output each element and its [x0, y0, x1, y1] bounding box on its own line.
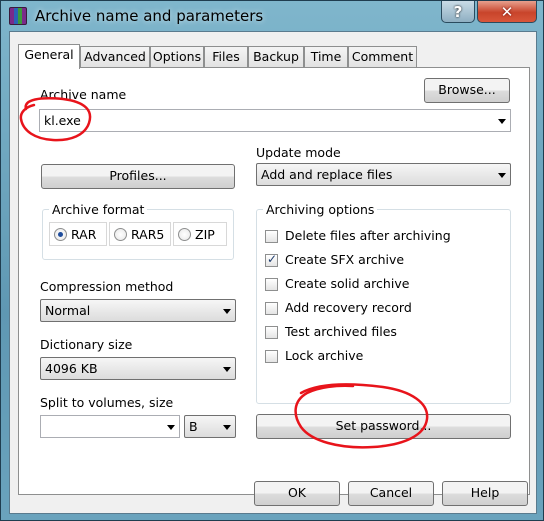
- ok-button[interactable]: OK: [254, 481, 340, 506]
- split-volumes-label: Split to volumes, size: [40, 395, 174, 410]
- chevron-down-icon: [223, 367, 231, 372]
- rar-label: RAR: [71, 227, 97, 242]
- tab-advanced[interactable]: Advanced: [80, 46, 150, 68]
- split-size-combo[interactable]: [40, 415, 180, 438]
- profiles-button[interactable]: Profiles...: [41, 164, 235, 189]
- update-mode-label: Update mode: [256, 145, 341, 160]
- chevron-down-icon: [498, 173, 506, 178]
- dictionary-size-label: Dictionary size: [40, 337, 133, 352]
- archive-name-label: Archive name: [40, 87, 127, 102]
- chevron-down-icon: [498, 119, 506, 124]
- create-sfx-label: Create SFX archive: [285, 252, 405, 267]
- general-tab-panel: Archive name Browse... kl.exe Update mod…: [18, 67, 530, 495]
- compression-method-select[interactable]: Normal: [40, 299, 236, 322]
- chevron-down-icon: [223, 309, 231, 314]
- set-password-button[interactable]: Set password...: [256, 414, 511, 439]
- split-unit-select[interactable]: B: [184, 415, 236, 438]
- delete-files-label: Delete files after archiving: [285, 228, 451, 243]
- format-rar-option[interactable]: RAR: [49, 222, 107, 246]
- tab-backup[interactable]: Backup: [248, 46, 304, 68]
- delete-files-checkbox[interactable]: [265, 230, 278, 243]
- rar5-label: RAR5: [131, 227, 165, 242]
- lock-archive-checkbox[interactable]: [265, 350, 278, 363]
- zip-radio[interactable]: [178, 228, 191, 241]
- winrar-app-icon: [9, 7, 27, 25]
- compression-method-label: Compression method: [40, 279, 174, 294]
- format-rar5-option[interactable]: RAR5: [109, 222, 171, 246]
- dialog-client-area: General Advanced Options Files Backup Ti…: [9, 31, 537, 514]
- chevron-down-icon: [167, 425, 175, 430]
- format-zip-option[interactable]: ZIP: [173, 222, 227, 246]
- create-solid-checkbox[interactable]: [265, 278, 278, 291]
- dialog-window: Archive name and parameters ? ✕ General …: [0, 0, 544, 521]
- lock-archive-label: Lock archive: [285, 348, 364, 363]
- tab-files[interactable]: Files: [204, 46, 248, 68]
- tab-comment[interactable]: Comment: [348, 46, 417, 68]
- archive-name-value: kl.exe: [44, 113, 81, 128]
- recovery-record-label: Add recovery record: [285, 300, 412, 315]
- window-title: Archive name and parameters: [35, 7, 264, 25]
- zip-label: ZIP: [195, 227, 215, 242]
- archiving-options-title: Archiving options: [263, 202, 378, 217]
- archiving-options-group: Archiving options Delete files after arc…: [256, 202, 511, 404]
- archive-format-title: Archive format: [49, 202, 148, 217]
- test-archived-label: Test archived files: [285, 324, 397, 339]
- create-sfx-checkbox[interactable]: [265, 252, 278, 267]
- test-archived-checkbox[interactable]: [265, 326, 278, 339]
- cancel-button[interactable]: Cancel: [348, 481, 434, 506]
- create-solid-label: Create solid archive: [285, 276, 410, 291]
- tab-time[interactable]: Time: [304, 46, 348, 68]
- close-button[interactable]: ✕: [477, 1, 537, 23]
- close-icon: ✕: [500, 2, 514, 21]
- archive-format-group: Archive format RAR RAR5 ZIP: [42, 202, 234, 260]
- dictionary-size-value: 4096 KB: [45, 361, 98, 376]
- chevron-down-icon: [223, 425, 231, 430]
- recovery-record-checkbox[interactable]: [265, 302, 278, 315]
- help-button[interactable]: Help: [442, 481, 528, 506]
- update-mode-value: Add and replace files: [261, 167, 393, 182]
- tab-options[interactable]: Options: [150, 46, 204, 68]
- archive-name-combo[interactable]: kl.exe: [39, 109, 511, 132]
- rar-radio[interactable]: [54, 228, 67, 241]
- title-bar[interactable]: Archive name and parameters ? ✕: [1, 1, 544, 31]
- dictionary-size-select[interactable]: 4096 KB: [40, 357, 236, 380]
- help-title-button[interactable]: ?: [441, 1, 475, 23]
- compression-method-value: Normal: [45, 303, 91, 318]
- rar5-radio[interactable]: [114, 228, 127, 241]
- browse-button[interactable]: Browse...: [424, 78, 510, 103]
- split-unit-value: B: [189, 419, 198, 434]
- update-mode-select[interactable]: Add and replace files: [256, 163, 511, 186]
- tab-general[interactable]: General: [18, 44, 80, 69]
